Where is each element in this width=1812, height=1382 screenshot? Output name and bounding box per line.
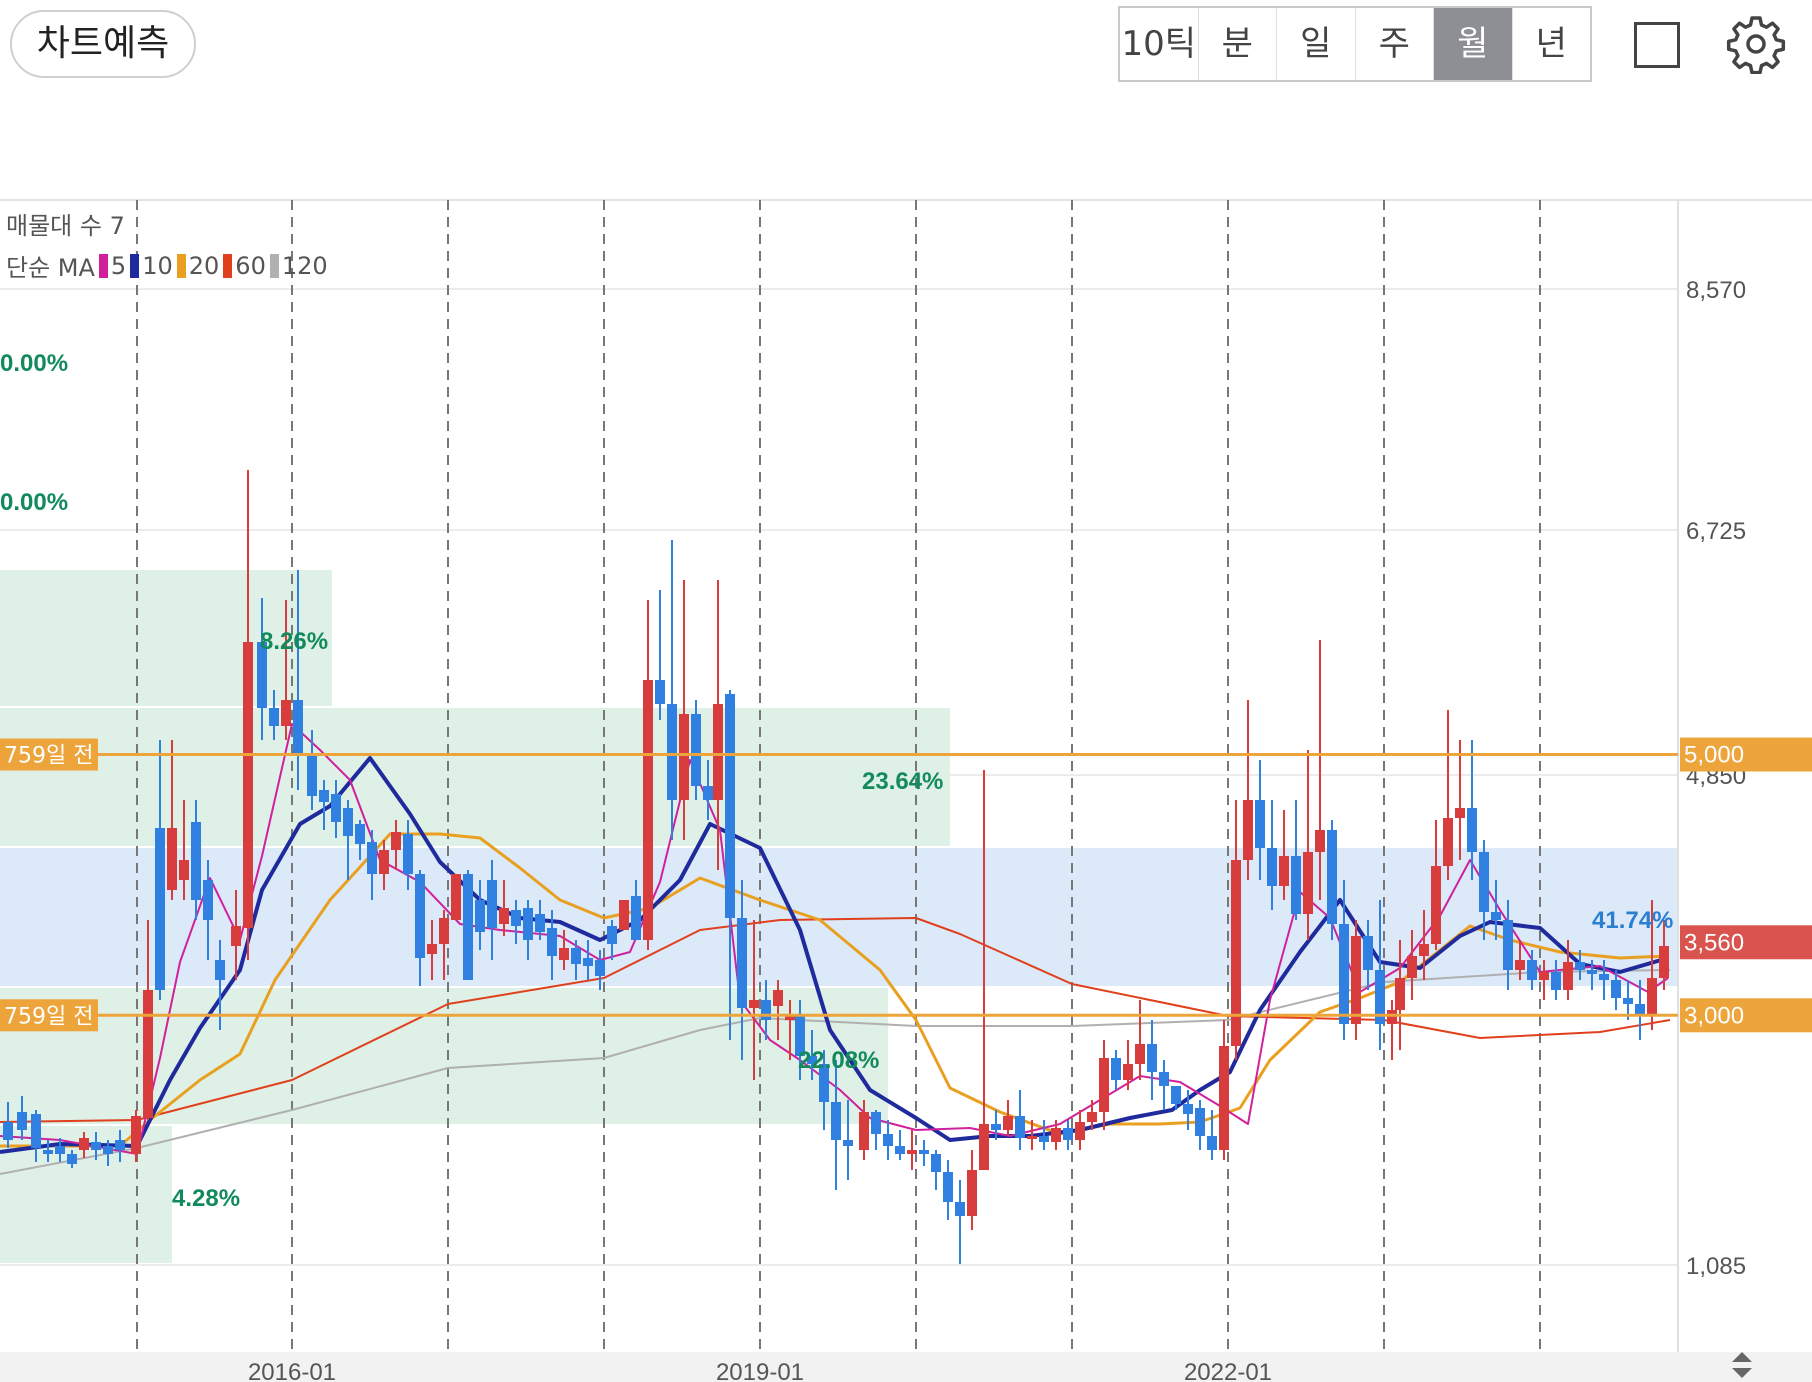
x-tick-label: 2019-01	[716, 1359, 804, 1382]
zone-percent-label: 4.28%	[172, 1185, 240, 1212]
stock-chart[interactable]: 759일 전 759일 전 8,570 6,725 4,850 1,085 5,…	[0, 100, 1812, 1382]
y-tick-label: 1,085	[1686, 1253, 1746, 1280]
candle	[643, 600, 653, 950]
x-tick-label: 2016-01	[248, 1359, 336, 1382]
current-price-tag: 3,560	[1680, 925, 1812, 960]
zone-percent-label: 23.64%	[862, 768, 943, 795]
candle	[725, 690, 735, 1040]
candle	[451, 874, 461, 920]
ma20-label: 20	[188, 251, 220, 280]
candle	[655, 590, 665, 720]
candle	[1231, 800, 1241, 1060]
gear-icon[interactable]	[1726, 14, 1786, 74]
ma10-swatch	[130, 253, 140, 278]
ma20-swatch	[176, 253, 186, 278]
svg-text:3,560: 3,560	[1684, 929, 1744, 956]
candle	[1195, 1100, 1205, 1150]
candle	[1015, 1090, 1025, 1150]
candle	[883, 1120, 893, 1160]
top-toolbar: 차트예측 10틱 분 일 주 월 년	[0, 0, 1812, 100]
candle	[943, 1160, 953, 1220]
chart-predict-button[interactable]: 차트예측	[10, 10, 196, 78]
candle	[691, 700, 701, 800]
zone-percent-label: 8.26%	[260, 628, 328, 655]
candle	[1243, 700, 1253, 880]
candle	[1455, 740, 1465, 860]
ma60-label: 60	[235, 251, 266, 280]
period-tab-year[interactable]: 년	[1513, 8, 1591, 80]
candle	[1431, 820, 1441, 950]
chart-canvas[interactable]: 759일 전 759일 전 8,570 6,725 4,850 1,085 5,…	[0, 100, 1812, 1382]
candle	[919, 1140, 929, 1166]
ma-legend-prefix: 단순 MA	[6, 254, 95, 282]
zone-percent-label: 41.74%	[1592, 907, 1673, 934]
y-tick-label: 6,725	[1686, 518, 1746, 545]
candle	[1111, 1050, 1121, 1090]
level-price-tag: 3,000	[1680, 998, 1812, 1033]
ma5-label: 5	[110, 251, 127, 280]
zone-percent-label: 22.08%	[798, 1047, 879, 1074]
candle	[895, 1130, 905, 1160]
candle	[1443, 710, 1453, 880]
period-tab-10tick[interactable]: 10틱	[1120, 8, 1199, 80]
svg-text:3,000: 3,000	[1684, 1002, 1744, 1029]
candle	[667, 540, 677, 840]
candle	[1327, 820, 1337, 940]
ma5-swatch	[98, 253, 108, 278]
candle	[955, 1180, 965, 1264]
candle	[1075, 1110, 1085, 1150]
candle	[1291, 800, 1301, 920]
candle	[1099, 1040, 1109, 1130]
level-label-left: 759일 전	[0, 738, 98, 771]
candle	[243, 470, 253, 960]
candle	[871, 1110, 881, 1150]
support-zone	[0, 708, 950, 846]
y-tick-label: 8,570	[1686, 277, 1746, 304]
volume-profile-legend: 매물대 수 7	[6, 212, 125, 240]
svg-text:759일 전: 759일 전	[4, 1004, 93, 1029]
ma60-swatch	[223, 253, 233, 278]
period-tab-week[interactable]: 주	[1356, 8, 1434, 80]
candle	[1003, 1100, 1013, 1136]
x-tick-label: 2022-01	[1184, 1359, 1272, 1382]
ma120-swatch	[269, 253, 279, 278]
period-tab-minute[interactable]: 분	[1199, 8, 1277, 80]
candle	[619, 900, 629, 930]
fib-percent-label: 0.00%	[0, 489, 68, 516]
period-selector: 10틱 분 일 주 월 년	[1118, 6, 1592, 82]
svg-text:5,000: 5,000	[1684, 742, 1744, 769]
candle	[463, 870, 473, 980]
period-tab-day[interactable]: 일	[1277, 8, 1356, 80]
candle	[1135, 1000, 1145, 1080]
svg-text:759일 전: 759일 전	[4, 744, 93, 769]
candle	[1303, 750, 1313, 940]
period-tab-month[interactable]: 월	[1434, 8, 1513, 80]
ma-legend: 단순 MA 5 10 20 60 120	[6, 248, 328, 283]
candle	[931, 1150, 941, 1190]
candle	[1351, 920, 1361, 1040]
ma120-label: 120	[281, 251, 328, 280]
level-price-tag: 5,000	[1680, 737, 1812, 772]
candle	[967, 1150, 977, 1230]
candle	[1159, 1060, 1169, 1110]
fib-percent-label: 0.00%	[0, 350, 68, 377]
candle	[1147, 1020, 1157, 1100]
fullscreen-toggle-icon[interactable]	[1634, 22, 1680, 68]
level-label-left: 759일 전	[0, 999, 98, 1032]
candle	[1123, 1040, 1133, 1090]
ma10-label: 10	[142, 251, 173, 280]
